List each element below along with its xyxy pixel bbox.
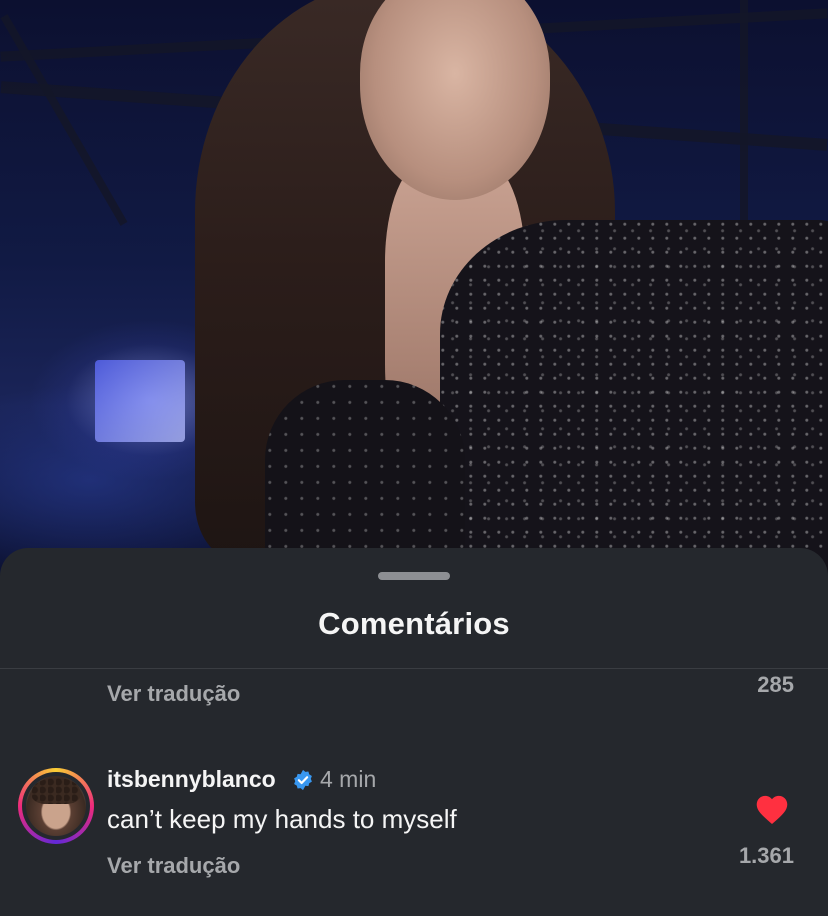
comment-timestamp: 4 min xyxy=(320,766,377,792)
heart-icon[interactable] xyxy=(754,793,790,825)
comment-text: can’t keep my hands to myself xyxy=(107,804,457,834)
divider xyxy=(0,668,828,669)
comments-sheet: Comentários Ver tradução 285 itsbennybla… xyxy=(0,548,828,916)
comment-username[interactable]: itsbennyblanco xyxy=(107,766,276,793)
sheet-grabber-handle[interactable] xyxy=(378,572,450,580)
comment-like-count[interactable]: 1.361 xyxy=(739,843,794,869)
avatar[interactable] xyxy=(18,768,94,844)
background-photo xyxy=(0,0,828,580)
previous-comment-like-count[interactable]: 285 xyxy=(757,672,794,698)
sheet-title: Comentários xyxy=(318,606,510,641)
comment-translate-link[interactable]: Ver tradução xyxy=(107,853,240,879)
previous-comment-translate-link[interactable]: Ver tradução xyxy=(107,681,240,707)
verified-badge-icon xyxy=(294,769,312,791)
